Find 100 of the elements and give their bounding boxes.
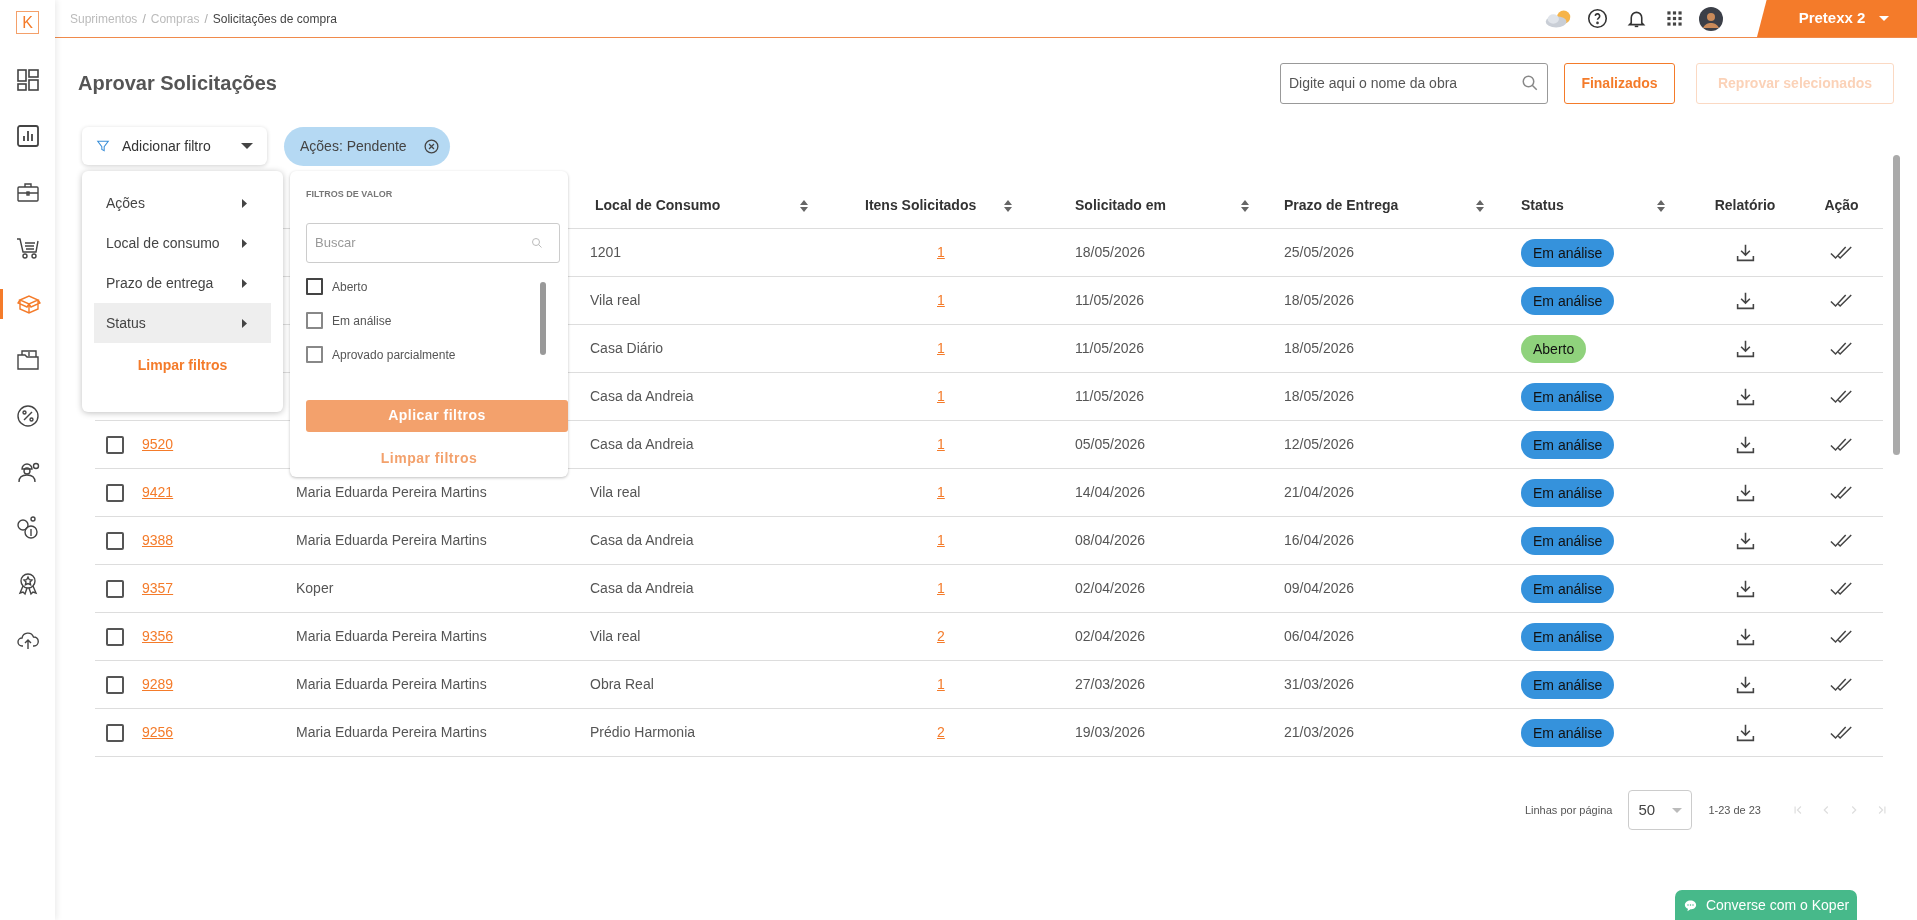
search-field[interactable]: Buscar (306, 222, 560, 263)
avatar[interactable] (1699, 6, 1723, 31)
request-link[interactable]: 9356 (142, 628, 174, 644)
rows-per-page-select[interactable]: 50 (1628, 790, 1693, 830)
action-button[interactable]: Finalizados (1564, 62, 1675, 104)
table-cell: 21/03/2026 (1284, 724, 1355, 740)
apps-grid-icon[interactable] (1665, 9, 1684, 28)
column-header[interactable]: Local de Consumo (595, 195, 721, 216)
request-link[interactable]: 9289 (142, 676, 174, 692)
checkbox[interactable] (306, 278, 323, 295)
status-badge: Em análise (1521, 382, 1615, 411)
items-link[interactable]: 1 (937, 532, 945, 548)
double-check-icon[interactable] (1829, 725, 1854, 740)
page-title: Aprovar Solicitações (78, 71, 277, 96)
help-icon[interactable] (1587, 8, 1608, 29)
row-checkbox[interactable] (106, 675, 124, 694)
status-badge: Em análise (1521, 430, 1615, 459)
column-header[interactable]: Status (1521, 195, 1564, 216)
double-check-icon[interactable] (1829, 389, 1854, 404)
download-icon[interactable] (1734, 674, 1756, 695)
download-icon[interactable] (1734, 242, 1756, 263)
row-checkbox[interactable] (106, 483, 124, 502)
row-checkbox[interactable] (106, 723, 124, 742)
worker-icon (15, 460, 40, 484)
status-badge: Em análise (1521, 526, 1615, 555)
download-icon[interactable] (1734, 530, 1756, 551)
sort-icon[interactable] (1475, 198, 1485, 213)
download-icon[interactable] (1734, 338, 1756, 359)
download-icon[interactable] (1734, 722, 1756, 743)
table-cell: 11/05/2026 (1075, 340, 1145, 356)
rows-per-page-label: Linhas por página (1524, 802, 1613, 818)
scrollbar[interactable] (540, 281, 546, 355)
items-link[interactable]: 1 (937, 436, 945, 452)
items-link[interactable]: 1 (937, 292, 945, 308)
items-link[interactable]: 1 (937, 580, 945, 596)
request-link[interactable]: 9256 (142, 724, 174, 740)
download-icon[interactable] (1734, 290, 1756, 311)
items-link[interactable]: 1 (937, 340, 945, 356)
double-check-icon[interactable] (1829, 245, 1854, 260)
chat-button[interactable]: Converse com o Koper (1675, 890, 1857, 920)
sort-icon[interactable] (799, 198, 809, 213)
double-check-icon[interactable] (1829, 341, 1854, 356)
download-icon[interactable] (1734, 578, 1756, 599)
panel-heading: FILTROS DE VALOR (306, 188, 394, 201)
request-link[interactable]: 9357 (142, 580, 174, 596)
filter-menu-item[interactable]: Local de consumo (94, 223, 271, 263)
sort-icon[interactable] (1240, 198, 1250, 213)
remove-filter-icon[interactable] (422, 137, 440, 155)
sort-icon[interactable] (1003, 198, 1013, 213)
items-link[interactable]: 1 (937, 388, 945, 404)
double-check-icon[interactable] (1829, 437, 1854, 452)
scrollbar[interactable] (1893, 155, 1900, 455)
row-checkbox[interactable] (106, 579, 124, 598)
items-link[interactable]: 2 (937, 628, 945, 644)
items-link[interactable]: 2 (937, 724, 945, 740)
checkbox[interactable] (306, 346, 323, 363)
download-icon[interactable] (1734, 386, 1756, 407)
double-check-icon[interactable] (1829, 581, 1854, 596)
breadcrumb-link[interactable]: Compras (150, 9, 200, 28)
search-field[interactable]: Digite aqui o nome da obra (1280, 62, 1548, 104)
column-header[interactable]: Relatório (1714, 195, 1776, 216)
download-icon[interactable] (1734, 482, 1756, 503)
column-header[interactable]: Ação (1824, 195, 1859, 216)
double-check-icon[interactable] (1829, 677, 1854, 692)
account-menu[interactable]: Pretexx 2 (1757, 0, 1917, 37)
row-checkbox[interactable] (106, 531, 124, 550)
table-cell: 11/05/2026 (1075, 292, 1145, 308)
request-link[interactable]: 9388 (142, 532, 174, 548)
checkbox[interactable] (306, 312, 323, 329)
items-link[interactable]: 1 (937, 484, 945, 500)
table-cell: 08/04/2026 (1075, 532, 1146, 548)
breadcrumb-link[interactable]: Suprimentos (70, 9, 138, 28)
table-cell: 27/03/2026 (1075, 676, 1146, 692)
users-icon (15, 516, 40, 540)
double-check-icon[interactable] (1829, 629, 1854, 644)
column-header[interactable]: Solicitado em (1075, 195, 1167, 216)
request-link[interactable]: 9421 (142, 484, 174, 500)
items-link[interactable]: 1 (937, 244, 945, 260)
breadcrumb-link[interactable]: Solicitações de compra (212, 9, 337, 28)
row-checkbox[interactable] (106, 627, 124, 646)
items-link[interactable]: 1 (937, 676, 945, 692)
filter-menu-item[interactable]: Prazo de entrega (94, 263, 271, 303)
caret-icon (242, 198, 247, 208)
column-header[interactable]: Itens Solicitados (865, 195, 977, 216)
download-icon[interactable] (1734, 434, 1756, 455)
download-icon[interactable] (1734, 626, 1756, 647)
caret-icon (242, 318, 247, 328)
double-check-icon[interactable] (1829, 293, 1854, 308)
clear-filters-link[interactable]: Limpar filtros (137, 355, 228, 376)
add-filter-button[interactable]: Adicionar filtro (82, 127, 267, 165)
double-check-icon[interactable] (1829, 485, 1854, 500)
filter-menu-item[interactable]: Status (94, 303, 271, 343)
column-header[interactable]: Prazo de Entrega (1284, 195, 1399, 216)
request-link[interactable]: 9520 (142, 436, 174, 452)
percent-icon (15, 404, 40, 428)
row-checkbox[interactable] (106, 435, 124, 454)
table-cell: 16/04/2026 (1284, 532, 1355, 548)
sort-icon[interactable] (1656, 198, 1666, 213)
filter-menu-item[interactable]: Ações (94, 183, 271, 223)
double-check-icon[interactable] (1829, 533, 1854, 548)
